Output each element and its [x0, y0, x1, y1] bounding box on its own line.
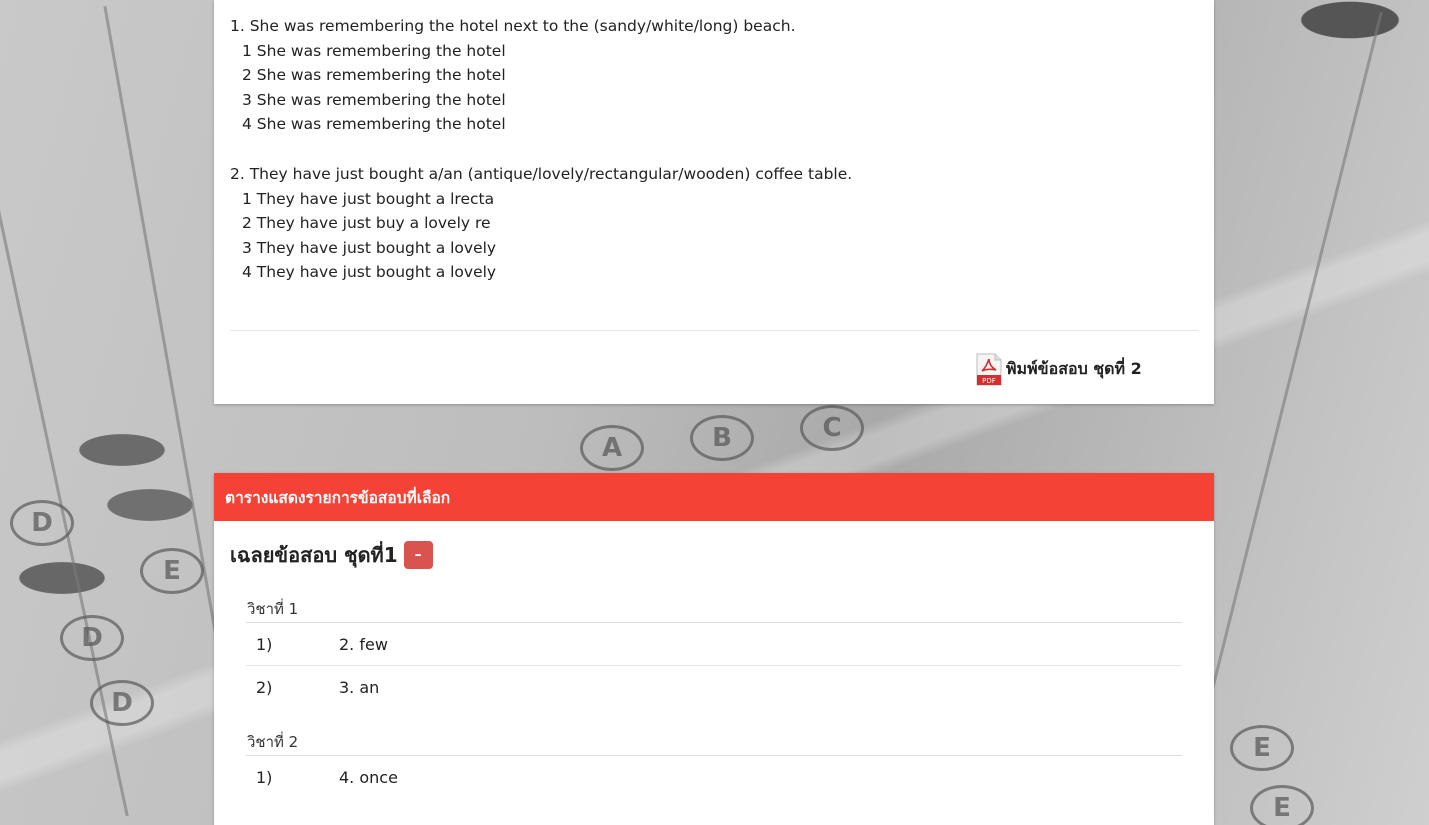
answer-bubble: B	[690, 415, 754, 461]
exam-panel: 1. She was remembering the hotel next to…	[214, 0, 1214, 404]
question-option: 3 They have just bought a lovely	[242, 238, 497, 257]
answer-bubble: C	[800, 405, 864, 451]
answer-row: 2) 3. an	[246, 666, 1182, 708]
answer-number: 1)	[256, 767, 273, 787]
answer-bubble: D	[60, 615, 124, 661]
answer-value: 2. few	[339, 634, 388, 654]
answer-number: 2)	[256, 677, 273, 697]
subject-2-table: วิชาที่ 2 1) 4. once	[246, 730, 1182, 798]
answer-value: 4. once	[339, 767, 398, 787]
question-option: 2 She was remembering the hotel	[242, 66, 506, 84]
subject-1-table: วิชาที่ 1 1) 2. few 2) 3. an	[246, 597, 1182, 708]
answer-bubble: E	[1250, 785, 1314, 825]
question-text: 1. She was remembering the hotel next to…	[230, 17, 796, 35]
question-text: 2. They have just bought a/an (antique/l…	[230, 165, 853, 183]
question-1: 1. She was remembering the hotel next to…	[230, 14, 796, 137]
answer-row: 1) 2. few	[246, 623, 1182, 666]
selected-exams-panel: ตารางแสดงรายการข้อสอบที่เลือก เฉลยข้อสอบ…	[214, 473, 1214, 825]
answer-bubble: E	[1230, 725, 1294, 771]
question-option: 3 She was remembering the hotel	[242, 90, 506, 109]
answer-bubble: A	[580, 425, 644, 471]
question-option: 4 They have just bought a lovely	[242, 263, 497, 281]
pdf-icon: PDF	[976, 353, 1002, 386]
svg-text:PDF: PDF	[982, 377, 996, 385]
subject-label: วิชาที่ 1	[246, 597, 1182, 623]
panel-heading: ตารางแสดงรายการข้อสอบที่เลือก	[214, 473, 1214, 521]
answer-bubble: D	[10, 500, 74, 546]
question-option: 2 They have just buy a lovely re	[242, 214, 491, 232]
answer-number: 1)	[256, 634, 273, 654]
print-exam-link[interactable]: PDF พิมพ์ข้อสอบ ชุดที่ 2	[976, 353, 1142, 386]
question-2: 2. They have just bought a/an (antique/l…	[230, 162, 852, 285]
answer-bubble: D	[90, 680, 154, 726]
answer-key-title-text: เฉลยข้อสอบ ชุดที่1	[230, 543, 398, 567]
answer-bubble: E	[140, 548, 204, 594]
question-option: 1 They have just bought a lrecta	[242, 189, 495, 208]
panel-divider	[230, 330, 1198, 331]
collapse-button[interactable]: –	[403, 541, 433, 569]
answer-value: 3. an	[339, 677, 380, 697]
print-link-label: พิมพ์ข้อสอบ ชุดที่ 2	[1006, 359, 1142, 378]
answer-key-title: เฉลยข้อสอบ ชุดที่1 –	[230, 539, 433, 571]
question-option: 4 She was remembering the hotel	[242, 115, 506, 133]
answer-row: 1) 4. once	[246, 756, 1182, 798]
subject-label: วิชาที่ 2	[246, 730, 1182, 756]
question-option: 1 She was remembering the hotel	[242, 41, 506, 60]
